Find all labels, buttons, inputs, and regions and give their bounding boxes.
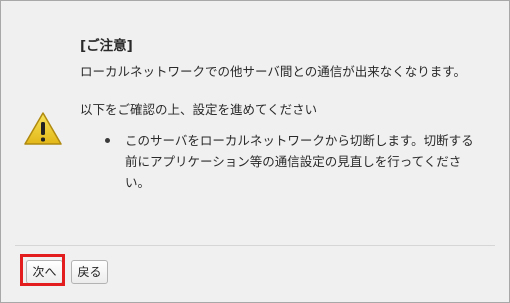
bullet-text: このサーバをローカルネットワークから切断します。切断する前にアプリケーション等の… (125, 133, 474, 190)
dialog-content: [ご注意] ローカルネットワークでの他サーバ間との通信が出来なくなります。 以下… (80, 37, 490, 193)
dialog-title: [ご注意] (80, 38, 133, 54)
dialog-instruction: 以下をご確認の上、設定を進めてください (80, 102, 318, 117)
warning-dialog: [ご注意] ローカルネットワークでの他サーバ間との通信が出来なくなります。 以下… (0, 0, 510, 303)
dialog-message: ローカルネットワークでの他サーバ間との通信が出来なくなります。 (80, 64, 467, 79)
list-item: このサーバをローカルネットワークから切断します。切断する前にアプリケーション等の… (105, 130, 485, 193)
bullet-icon (105, 138, 110, 143)
divider (15, 245, 495, 246)
warning-icon (24, 112, 62, 145)
next-button[interactable]: 次へ (26, 260, 63, 284)
bullet-list: このサーバをローカルネットワークから切断します。切断する前にアプリケーション等の… (80, 130, 490, 193)
back-button[interactable]: 戻る (71, 260, 108, 284)
